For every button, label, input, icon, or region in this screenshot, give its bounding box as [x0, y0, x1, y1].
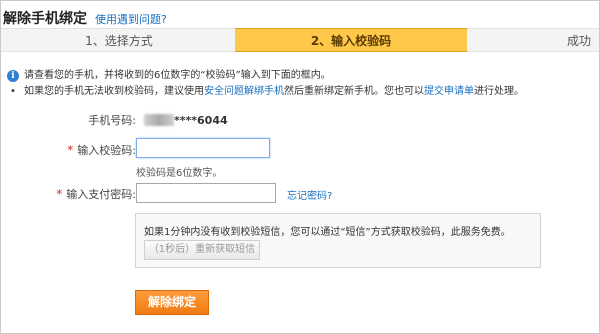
page-header: 解除手机绑定 使用遇到问题?	[3, 8, 167, 28]
resend-sms-button[interactable]: （1秒后）重新获取短信	[144, 240, 260, 260]
phone-number: ****6044	[174, 113, 228, 127]
code-hint: 校验码是6位数字。	[136, 168, 223, 179]
phone-row: 手机号码: ****6044	[80, 112, 228, 128]
bullet-icon: •	[10, 86, 16, 97]
step-enter-code: 2、输入校验码	[235, 28, 467, 52]
phone-label: 手机号码:	[88, 114, 136, 127]
notice-block: i 请查看您的手机，并将收到的6位数字的“校验码”输入到下面的框内。 • 如果您…	[7, 68, 524, 100]
page-title: 解除手机绑定	[3, 11, 87, 27]
pay-password-label: 输入支付密码:	[66, 188, 136, 201]
step-select-method: 1、选择方式	[1, 28, 237, 52]
required-mark: *	[56, 187, 63, 201]
sms-info-text: 如果1分钟内没有收到校验短信，您可以通过“短信”方式获取校验码，此服务免费。	[144, 227, 511, 238]
step-success: 成功	[467, 28, 599, 52]
unbind-submit-button[interactable]: 解除绑定	[135, 290, 209, 315]
code-label: 输入校验码:	[77, 144, 136, 157]
security-question-unbind-link[interactable]: 安全问题解绑手机	[204, 84, 284, 100]
notice-text-1: 请查看您的手机，并将收到的6位数字的“校验码”输入到下面的框内。	[24, 70, 331, 81]
sms-resend-box: 如果1分钟内没有收到校验短信，您可以通过“短信”方式获取校验码，此服务免费。 （…	[135, 213, 541, 268]
help-link[interactable]: 使用遇到问题?	[95, 11, 167, 27]
pay-password-input[interactable]	[136, 183, 276, 203]
required-mark: *	[67, 143, 74, 157]
notice-line-2: • 如果您的手机无法收到校验码，建议使用 安全问题解绑手机 然后重新绑定新手机。…	[7, 84, 524, 100]
code-label-row: * 输入校验码:	[56, 142, 136, 158]
notice-text-2-pre: 如果您的手机无法收到校验码，建议使用	[24, 86, 204, 97]
notice-text-2-mid: 然后重新绑定新手机。您也可以	[284, 86, 424, 97]
phone-mask	[144, 114, 174, 126]
code-input[interactable]	[136, 138, 270, 158]
info-icon: i	[7, 70, 19, 82]
step-progress: 1、选择方式 2、输入校验码 成功	[1, 28, 599, 52]
forgot-password-link[interactable]: 忘记密码?	[287, 187, 332, 202]
submit-application-link[interactable]: 提交申请单	[424, 84, 474, 100]
notice-line-1: i 请查看您的手机，并将收到的6位数字的“校验码”输入到下面的框内。	[7, 68, 524, 84]
pay-label-row: * 输入支付密码:	[40, 186, 136, 202]
notice-text-2-post: 进行处理。	[474, 86, 524, 97]
